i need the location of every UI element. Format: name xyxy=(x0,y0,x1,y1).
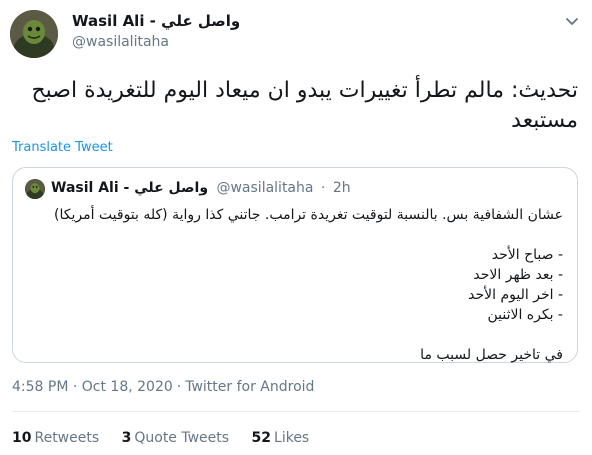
retweets-label: Retweets xyxy=(34,430,100,446)
quotes-label: Quote Tweets xyxy=(134,430,230,446)
quoted-avatar xyxy=(25,179,45,199)
tweet-timestamp[interactable]: 4:58 PM · Oct 18, 2020 xyxy=(12,379,173,395)
quoted-line: في تاخير حصل لسبب ما xyxy=(420,347,563,363)
chevron-down-icon[interactable] xyxy=(562,12,582,32)
tweet-client[interactable]: Twitter for Android xyxy=(185,379,314,395)
quoted-line: عشان الشفافية بس. بالنسبة لتوقيت تغريدة … xyxy=(53,207,563,223)
quoted-list-item: - اخر اليوم الأحد xyxy=(468,287,563,303)
quoted-author-handle: @wasilalitaha xyxy=(216,180,314,196)
quoted-list-item: - بعد ظهر الاحد xyxy=(473,267,563,283)
tweet-text: تحديث: مالم تطرأ تغييرات يبدو ان ميعاد ا… xyxy=(31,78,578,133)
quoted-list-item: - صباح الأحد xyxy=(491,247,563,263)
likes-stat[interactable]: 52 Likes xyxy=(252,430,310,446)
quotes-count: 3 xyxy=(121,430,132,446)
divider xyxy=(12,411,580,412)
quoted-tweet-card[interactable]: Wasil Ali - واصل علي @wasilalitaha · 2h … xyxy=(12,167,578,363)
tweet-meta: 4:58 PM · Oct 18, 2020 · Twitter for Andro… xyxy=(12,379,315,395)
retweets-count: 10 xyxy=(12,430,32,446)
author-name[interactable]: Wasil Ali - واصل علي xyxy=(72,12,240,30)
translate-tweet-link[interactable]: Translate Tweet xyxy=(12,140,113,155)
quoted-author-name: Wasil Ali - واصل علي xyxy=(51,180,209,196)
quoted-text: عشان الشفافية بس. بالنسبة لتوقيت تغريدة … xyxy=(33,205,563,365)
quote-tweets-stat[interactable]: 3 Quote Tweets xyxy=(122,430,229,446)
likes-count: 52 xyxy=(251,430,272,446)
quoted-separator: · xyxy=(320,180,326,196)
retweets-stat[interactable]: 10 Retweets xyxy=(12,430,99,446)
quoted-list-item: - بكره الاثنين xyxy=(487,307,563,323)
author-handle[interactable]: @wasilalitaha xyxy=(72,34,169,50)
tweet-stats: 10 Retweets 3 Quote Tweets 52 Likes xyxy=(12,430,327,446)
quoted-header: Wasil Ali - واصل علي @wasilalitaha · 2h xyxy=(51,180,351,196)
quoted-time: 2h xyxy=(332,180,351,196)
avatar[interactable] xyxy=(10,10,58,58)
likes-label: Likes xyxy=(274,430,310,446)
